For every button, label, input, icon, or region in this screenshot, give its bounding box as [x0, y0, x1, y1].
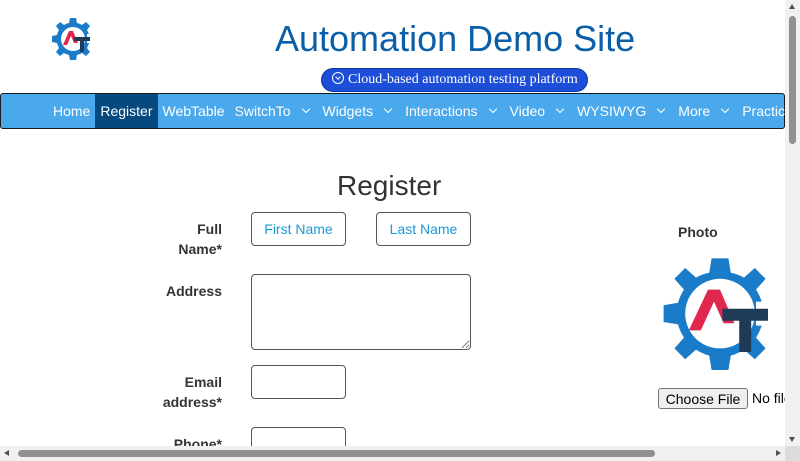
- full-name-label-line2: Name*: [178, 241, 222, 257]
- nav-item-video[interactable]: Video: [505, 94, 573, 128]
- nav-item-webtable[interactable]: WebTable: [158, 94, 230, 128]
- email-label-line1: Email: [184, 374, 222, 390]
- nav-item-wysiwyg[interactable]: WYSIWYG: [572, 94, 673, 128]
- chevron-down-icon: [301, 104, 310, 114]
- nav-item-widgets[interactable]: Widgets: [318, 94, 401, 128]
- nav-item-label: WebTable: [162, 103, 225, 119]
- nav-item-label: Widgets: [322, 103, 374, 119]
- nav-item-label: Home: [53, 103, 91, 119]
- nav-item-label: Video: [509, 103, 546, 119]
- email-label: Email address*: [150, 372, 222, 412]
- email-input[interactable]: [251, 365, 346, 399]
- vertical-scrollbar[interactable]: [785, 0, 800, 446]
- nav-item-label: More: [678, 103, 711, 119]
- scroll-right-arrow-icon[interactable]: [776, 450, 781, 456]
- email-label-line2: address*: [162, 394, 222, 410]
- nav-item-interactions[interactable]: Interactions: [400, 94, 504, 128]
- horizontal-scrollbar-thumb[interactable]: [18, 450, 655, 457]
- chevron-down-icon: [657, 104, 666, 114]
- tagline-badge[interactable]: Cloud-based automation testing platform: [321, 68, 588, 92]
- nav-item-switchto[interactable]: SwitchTo: [230, 94, 318, 128]
- site-logo-icon[interactable]: [48, 14, 98, 64]
- chevron-down-icon: [555, 104, 565, 114]
- scrollbar-corner: [785, 446, 800, 461]
- nav-item-home[interactable]: Home: [48, 94, 95, 128]
- nav-items: Home Register WebTable SwitchTo Widgets Inter…: [48, 94, 800, 128]
- main-navbar: Home Register WebTable SwitchTo Widgets Inter…: [0, 93, 800, 129]
- chevron-down-icon: [383, 104, 393, 114]
- page-viewport: Automation Demo Site Cloud-based automat…: [0, 0, 800, 461]
- vertical-scrollbar-thumb[interactable]: [789, 16, 796, 144]
- nav-item-more[interactable]: More: [673, 94, 737, 128]
- nav-item-register[interactable]: Register: [95, 94, 158, 128]
- nav-item-label: Register: [100, 103, 153, 119]
- full-name-label: Full Name*: [160, 219, 222, 259]
- scroll-down-arrow-icon[interactable]: [789, 437, 795, 442]
- chevron-down-icon: [720, 104, 730, 114]
- site-title: Automation Demo Site: [275, 18, 636, 59]
- download-icon: [332, 72, 344, 84]
- address-label: Address: [165, 283, 222, 299]
- photo-preview-logo-icon: [663, 258, 780, 370]
- nav-item-label: Interactions: [405, 103, 478, 119]
- nav-item-label: WYSIWYG: [577, 103, 647, 119]
- chevron-down-icon: [488, 104, 497, 114]
- photo-label: Photo: [678, 224, 718, 240]
- horizontal-scrollbar[interactable]: [0, 446, 785, 461]
- form-title: Register: [337, 170, 442, 201]
- scroll-left-arrow-icon[interactable]: [4, 450, 9, 456]
- scroll-up-arrow-icon[interactable]: [789, 4, 795, 9]
- last-name-input[interactable]: [376, 212, 471, 246]
- first-name-input[interactable]: [251, 212, 346, 246]
- nav-item-label: SwitchTo: [234, 103, 291, 119]
- address-textarea[interactable]: [251, 274, 471, 350]
- tagline-text: Cloud-based automation testing platform: [348, 72, 578, 87]
- choose-file-button[interactable]: Choose File: [658, 388, 748, 409]
- full-name-label-line1: Full: [197, 221, 222, 237]
